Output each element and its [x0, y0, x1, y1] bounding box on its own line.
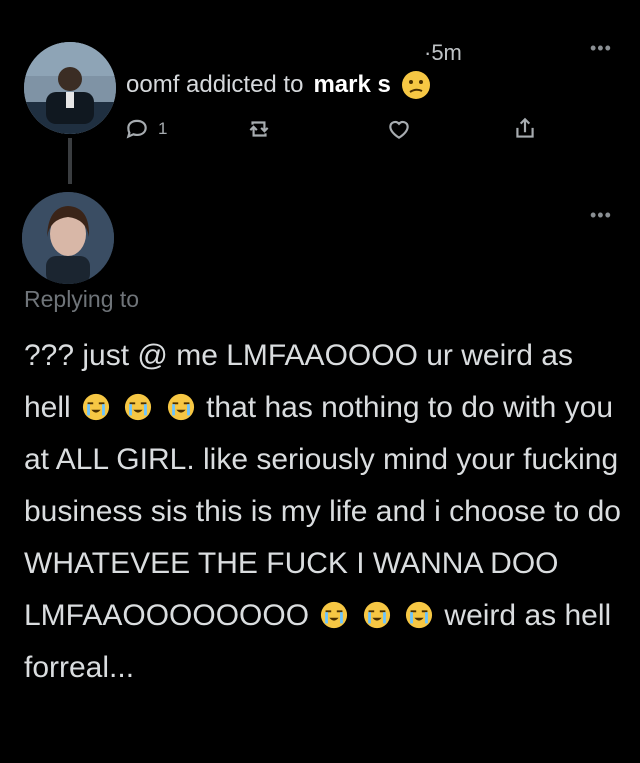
reply-count: 1 [158, 119, 168, 138]
reply-text: ??? just @ me LMFAAOOOO ur weird as hell… [24, 330, 624, 694]
author-name[interactable]: mark s [313, 71, 390, 99]
share-button[interactable] [512, 116, 538, 142]
like-button[interactable] [386, 116, 412, 142]
crying-face-icon [125, 393, 152, 421]
tweet-screenshot: oomf addicted to mark s ·5m ••• 1 ••• Re… [0, 0, 640, 763]
crying-face-icon [406, 601, 433, 629]
author-avatar[interactable] [24, 42, 116, 134]
tweet-timestamp: ·5m [424, 40, 462, 65]
reply-button[interactable]: 1 [124, 116, 167, 142]
reply-icon [126, 119, 147, 139]
retweet-icon [249, 121, 269, 137]
retweet-button[interactable] [246, 116, 272, 142]
share-icon [516, 117, 534, 138]
confused-face-icon [401, 71, 430, 99]
author-prefix: oomf addicted to [126, 71, 304, 98]
crying-face-icon [363, 601, 390, 629]
replying-to-label: Replying to [24, 286, 140, 312]
tweet-actions: 1 [124, 116, 544, 146]
tweet-header: oomf addicted to mark s [126, 70, 431, 100]
crying-face-icon [82, 393, 110, 421]
reply-avatar[interactable] [22, 192, 114, 284]
thread-connector [68, 138, 72, 184]
like-icon [389, 120, 409, 139]
crying-face-icon [167, 393, 194, 421]
more-options-icon[interactable]: ••• [590, 38, 612, 59]
crying-face-icon [321, 601, 348, 629]
reply-text-part-2: that has nothing to do with you at ALL G… [24, 391, 621, 632]
more-options-icon[interactable]: ••• [590, 205, 612, 226]
